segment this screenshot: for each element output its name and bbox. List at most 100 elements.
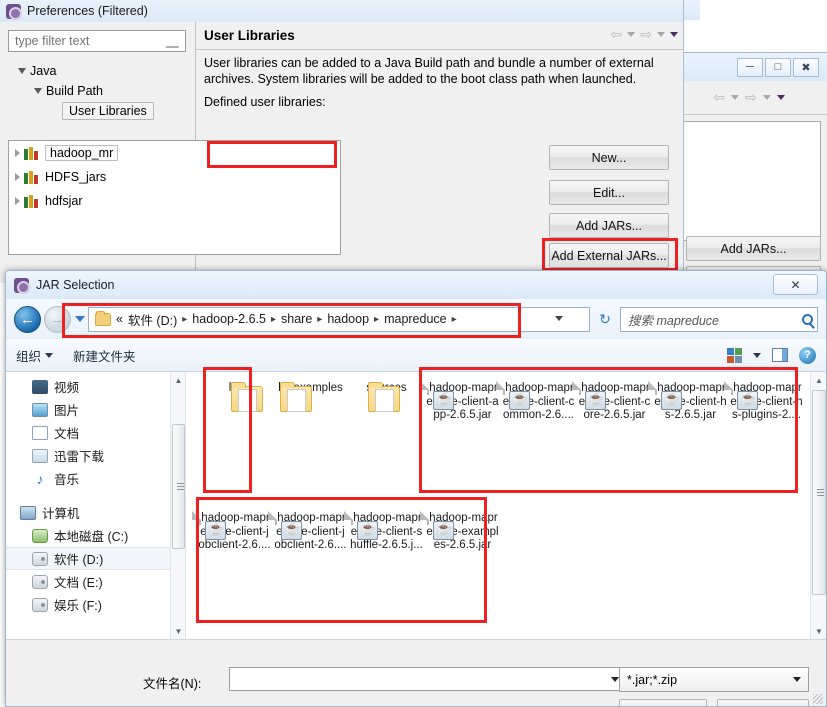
menu-dropdown-icon-bg2[interactable] xyxy=(776,95,785,100)
back-button[interactable]: ← xyxy=(14,305,41,333)
scroll-down-arrow-files[interactable]: ▼ xyxy=(811,623,826,639)
breadcrumb[interactable]: « 软件 (D:) ▸ hadoop-2.6.5 ▸ share ▸ hadoo… xyxy=(88,306,590,332)
forward-arrow-icon-bg2[interactable]: ⇨ xyxy=(745,89,757,106)
cancel-button[interactable]: 取消 xyxy=(717,699,809,706)
library-row-hdfsjar[interactable]: hdfsjar xyxy=(9,189,340,213)
breadcrumb-dropdown-icon[interactable] xyxy=(555,315,563,321)
minimize-button-bg2[interactable]: ─ xyxy=(737,57,763,77)
file-list-scrollbar[interactable]: ▲ ▼ xyxy=(810,372,826,639)
breadcrumb-sep-2[interactable]: ▸ xyxy=(317,314,322,325)
forward-dropdown-icon[interactable] xyxy=(657,32,665,37)
scroll-up-arrow-nav[interactable]: ▲ xyxy=(171,372,186,388)
jar-icon-client-hs-plugins xyxy=(731,381,759,410)
breadcrumb-segment-4[interactable]: mapreduce xyxy=(384,312,447,326)
file-item-client-core[interactable]: hadoop-mapreduce-client-core-2.6.5.jar xyxy=(578,381,651,423)
new-button[interactable]: New... xyxy=(549,145,669,170)
tree-item-build-path[interactable]: Build Path xyxy=(8,81,189,101)
scrollbar-thumb-nav[interactable] xyxy=(172,424,185,549)
breadcrumb-segment-0[interactable]: 软件 (D:) xyxy=(128,310,177,329)
forward-arrow-icon[interactable]: ⇨ xyxy=(640,26,652,43)
library-icon-2 xyxy=(24,170,41,184)
jar-icon-client-shuffle xyxy=(351,511,379,540)
back-arrow-icon-bg2[interactable]: ⇦ xyxy=(713,89,725,106)
filetype-combobox[interactable]: *.jar;*.zip xyxy=(619,667,809,692)
menu-dropdown-icon[interactable] xyxy=(670,32,678,37)
chevron-down-icon-filename[interactable] xyxy=(611,676,619,682)
add-jars-button[interactable]: Add JARs... xyxy=(549,213,669,238)
expand-arrow-icon-hdfsjar[interactable] xyxy=(15,197,20,205)
new-folder-button[interactable]: 新建文件夹 xyxy=(73,346,136,365)
breadcrumb-sep-0[interactable]: ▸ xyxy=(182,314,187,325)
close-button[interactable]: ✕ xyxy=(773,274,818,295)
breadcrumb-sep-4[interactable]: ▸ xyxy=(452,314,457,325)
expand-arrow-icon-build-path[interactable] xyxy=(34,88,42,94)
filename-input[interactable] xyxy=(229,667,624,691)
edit-button[interactable]: Edit... xyxy=(549,180,669,205)
place-item-video[interactable]: 视频 xyxy=(6,375,185,398)
file-item-client-hs-plugins[interactable]: hadoop-mapreduce-client-hs-plugins-2.... xyxy=(730,381,803,423)
maximize-button-bg2[interactable]: □ xyxy=(765,57,791,77)
file-item-lib-examples[interactable]: lib-examples xyxy=(274,382,347,412)
file-item-client-shuffle[interactable]: hadoop-mapreduce-client-shuffle-2.6.5.j.… xyxy=(350,511,423,553)
clear-filter-icon[interactable] xyxy=(165,35,182,48)
file-item-lib[interactable]: lib xyxy=(198,382,271,412)
breadcrumb-segment-2[interactable]: share xyxy=(281,312,312,326)
recent-locations-icon[interactable] xyxy=(75,316,85,322)
place-item-software-d[interactable]: 软件 (D:) xyxy=(6,547,185,570)
tree-item-user-libraries[interactable]: User Libraries xyxy=(8,101,189,121)
open-button[interactable]: 打开(O) xyxy=(619,699,707,706)
scrollbar-thumb-files[interactable] xyxy=(812,390,826,595)
scroll-up-arrow-files[interactable]: ▲ xyxy=(811,372,826,388)
file-item-client-common[interactable]: hadoop-mapreduce-client-common-2.6.... xyxy=(502,381,575,423)
help-icon[interactable]: ? xyxy=(799,346,816,364)
expand-arrow-icon-hdfs-jars[interactable] xyxy=(15,173,20,181)
back-dropdown-icon[interactable] xyxy=(627,32,636,37)
expand-arrow-icon-java[interactable] xyxy=(18,68,26,74)
breadcrumb-prefix[interactable]: « xyxy=(116,312,123,326)
back-arrow-icon[interactable]: ⇦ xyxy=(611,26,623,43)
file-list-pane[interactable]: lib lib-examples sources hadoop-mapreduc… xyxy=(186,372,826,639)
file-item-jobclient-1[interactable]: hadoop-mapreduce-client-jobclient-2.6...… xyxy=(198,511,271,553)
breadcrumb-sep-3[interactable]: ▸ xyxy=(374,314,379,325)
place-item-music[interactable]: ♪ 音乐 xyxy=(6,467,185,490)
place-item-pictures[interactable]: 图片 xyxy=(6,398,185,421)
place-item-documents-e[interactable]: 文档 (E:) xyxy=(6,570,185,593)
resize-grip[interactable] xyxy=(813,694,823,704)
library-row-hdfs-jars[interactable]: HDFS_jars xyxy=(9,165,340,189)
chevron-down-icon-view[interactable] xyxy=(753,352,761,358)
add-jars-button-bg2[interactable]: Add JARs... xyxy=(686,236,821,261)
scroll-down-arrow-nav[interactable]: ▼ xyxy=(171,623,186,639)
forward-dropdown-icon-bg2[interactable] xyxy=(762,95,771,100)
user-libraries-list[interactable]: hadoop_mr HDFS_jars hdfsjar xyxy=(8,140,341,255)
library-row-hadoop-mr[interactable]: hadoop_mr xyxy=(9,141,340,165)
filter-text-field[interactable] xyxy=(13,33,163,49)
file-item-jobclient-2[interactable]: hadoop-mapreduce-client-jobclient-2.6...… xyxy=(274,511,347,553)
tree-item-java[interactable]: Java xyxy=(8,61,189,81)
breadcrumb-sep-1[interactable]: ▸ xyxy=(271,314,276,325)
place-item-thunder-download[interactable]: 迅雷下载 xyxy=(6,444,185,467)
back-dropdown-icon-bg2[interactable] xyxy=(731,95,739,100)
navigation-pane-scrollbar[interactable]: ▲ ▼ xyxy=(170,372,185,639)
close-button-bg2[interactable]: ✖ xyxy=(793,57,819,77)
add-external-jars-button[interactable]: Add External JARs... xyxy=(549,243,669,268)
refresh-icon[interactable]: ↻ xyxy=(593,307,617,332)
place-item-entertainment-f[interactable]: 娱乐 (F:) xyxy=(6,593,185,616)
file-item-sources[interactable]: sources xyxy=(350,382,423,412)
search-input[interactable]: 搜索 mapreduce xyxy=(620,306,818,332)
filter-text-input[interactable] xyxy=(8,30,186,52)
file-item-client-hs[interactable]: hadoop-mapreduce-client-hs-2.6.5.jar xyxy=(654,381,727,423)
filename-field[interactable] xyxy=(234,671,611,687)
breadcrumb-segment-3[interactable]: hadoop xyxy=(327,312,369,326)
change-view-icon[interactable] xyxy=(727,347,742,363)
place-label-music: 音乐 xyxy=(54,473,80,487)
file-item-examples[interactable]: hadoop-mapreduce-examples-2.6.5.jar xyxy=(426,511,499,553)
place-item-documents[interactable]: 文档 xyxy=(6,421,185,444)
file-item-client-app[interactable]: hadoop-mapreduce-client-app-2.6.5.jar xyxy=(426,381,499,423)
preview-pane-icon[interactable] xyxy=(772,348,788,362)
breadcrumb-segment-1[interactable]: hadoop-2.6.5 xyxy=(192,312,266,326)
place-item-computer[interactable]: 计算机 xyxy=(6,501,185,524)
place-item-local-disk-c[interactable]: 本地磁盘 (C:) xyxy=(6,524,185,547)
forward-button[interactable]: → xyxy=(44,305,71,333)
organize-menu[interactable]: 组织 xyxy=(16,346,54,365)
expand-arrow-icon-hadoop-mr[interactable] xyxy=(15,149,20,157)
